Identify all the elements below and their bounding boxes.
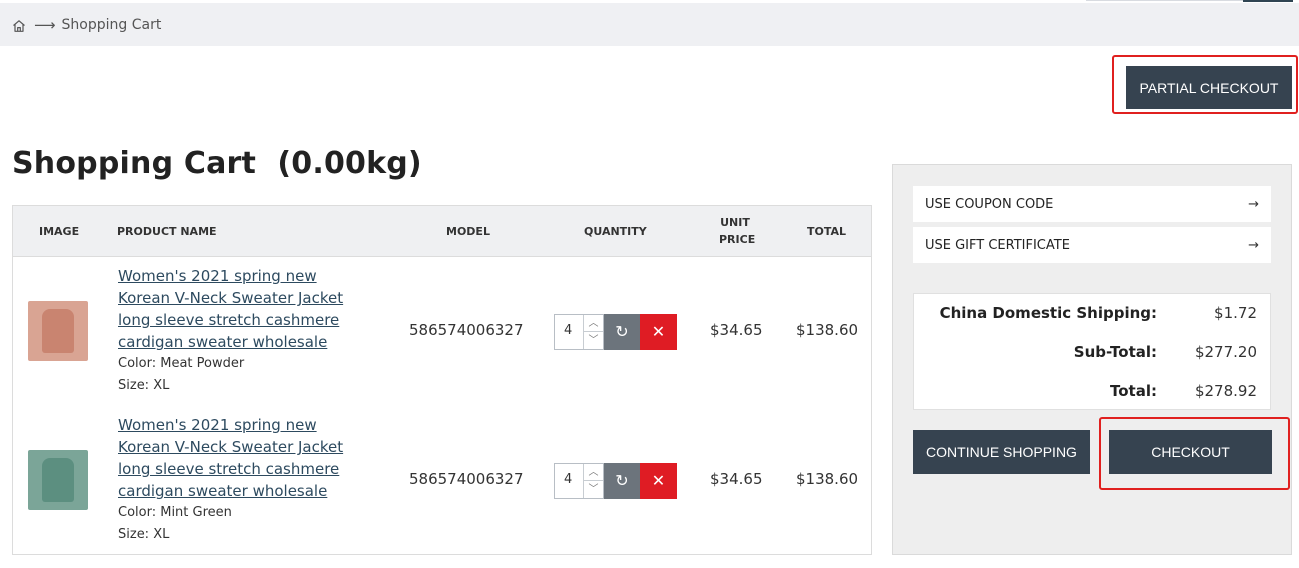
continue-shopping-button[interactable]: CONTINUE SHOPPING [913,430,1090,474]
home-icon[interactable] [12,18,26,32]
column-header-total: TOTAL [807,225,847,238]
product-color: Color: Mint Green [118,505,232,520]
subtotal-label: Sub-Total: [1073,343,1157,361]
coupon-label: USE COUPON CODE [925,196,1054,212]
checkout-button[interactable]: CHECKOUT [1109,430,1272,474]
close-icon[interactable]: ✕ [640,314,677,350]
product-image[interactable] [28,450,88,510]
unit-price-line-2: PRICE [719,233,756,246]
product-model: 586574006327 [409,470,524,488]
product-size: Size: XL [118,527,170,542]
product-color: Color: Meat Powder [118,356,245,371]
arrow-right-icon: → [1248,237,1259,253]
chevron-down-icon[interactable]: ﹀ [584,332,603,349]
total-value: $278.92 [1194,382,1257,400]
gift-certificate-label: USE GIFT CERTIFICATE [925,237,1070,253]
totals-box: China Domestic Shipping: $1.72 Sub-Total… [913,293,1271,410]
product-image[interactable] [28,301,88,361]
cart-table: IMAGE PRODUCT NAME MODEL QUANTITY UNIT P… [12,205,872,555]
use-coupon-code-toggle[interactable]: USE COUPON CODE → [913,186,1271,222]
line-total: $138.60 [796,321,859,339]
column-header-image: IMAGE [39,225,80,238]
table-header: IMAGE PRODUCT NAME MODEL QUANTITY UNIT P… [13,206,871,257]
arrow-right-icon: → [1248,196,1259,212]
product-model: 586574006327 [409,321,524,339]
total-label: Total: [1110,382,1157,400]
column-header-quantity: QUANTITY [584,225,647,238]
breadcrumb: ⟶ Shopping Cart [0,3,1299,46]
shipping-row: China Domestic Shipping: $1.72 [914,304,1270,324]
column-header-product-name: PRODUCT NAME [117,225,217,238]
close-icon[interactable]: ✕ [640,463,677,499]
partial-checkout-button[interactable]: PARTIAL CHECKOUT [1126,66,1292,109]
use-gift-certificate-toggle[interactable]: USE GIFT CERTIFICATE → [913,227,1271,263]
unit-price-line-1: UNIT [720,216,750,229]
unit-price: $34.65 [710,470,763,488]
unit-price: $34.65 [710,321,763,339]
sweater-image [42,309,74,353]
breadcrumb-current: Shopping Cart [61,16,162,33]
breadcrumb-separator: ⟶ [34,15,56,34]
chevron-up-icon[interactable]: ︿ [584,464,603,481]
quantity-stepper[interactable]: 4 ︿ ﹀ [554,314,604,350]
quantity-stepper[interactable]: 4 ︿ ﹀ [554,463,604,499]
page-title: Shopping Cart (0.00kg) [12,146,422,181]
quantity-spinner[interactable]: ︿ ﹀ [583,464,603,498]
shipping-value: $1.72 [1214,304,1257,322]
quantity-value[interactable]: 4 [564,472,572,487]
total-row: Total: $278.92 [914,382,1270,402]
top-accent-bar [1243,0,1293,2]
table-row: Women's 2021 spring new Korean V-Neck Sw… [13,406,871,556]
column-header-unit-price: UNIT PRICE [719,214,756,248]
subtotal-value: $277.20 [1194,343,1257,361]
refresh-icon[interactable]: ↻ [604,463,640,499]
order-summary-panel: USE COUPON CODE → USE GIFT CERTIFICATE →… [892,164,1292,555]
table-row: Women's 2021 spring new Korean V-Neck Sw… [13,257,871,407]
chevron-down-icon[interactable]: ﹀ [584,481,603,498]
quantity-spinner[interactable]: ︿ ﹀ [583,315,603,349]
chevron-up-icon[interactable]: ︿ [584,315,603,332]
subtotal-row: Sub-Total: $277.20 [914,343,1270,363]
top-divider [1086,0,1243,1]
product-size: Size: XL [118,378,170,393]
sweater-image [42,458,74,502]
quantity-value[interactable]: 4 [564,323,572,338]
shipping-label: China Domestic Shipping: [939,304,1157,322]
line-total: $138.60 [796,470,859,488]
refresh-icon[interactable]: ↻ [604,314,640,350]
product-name-link[interactable]: Women's 2021 spring new Korean V-Neck Sw… [118,414,373,502]
column-header-model: MODEL [446,225,490,238]
product-name-link[interactable]: Women's 2021 spring new Korean V-Neck Sw… [118,265,373,353]
